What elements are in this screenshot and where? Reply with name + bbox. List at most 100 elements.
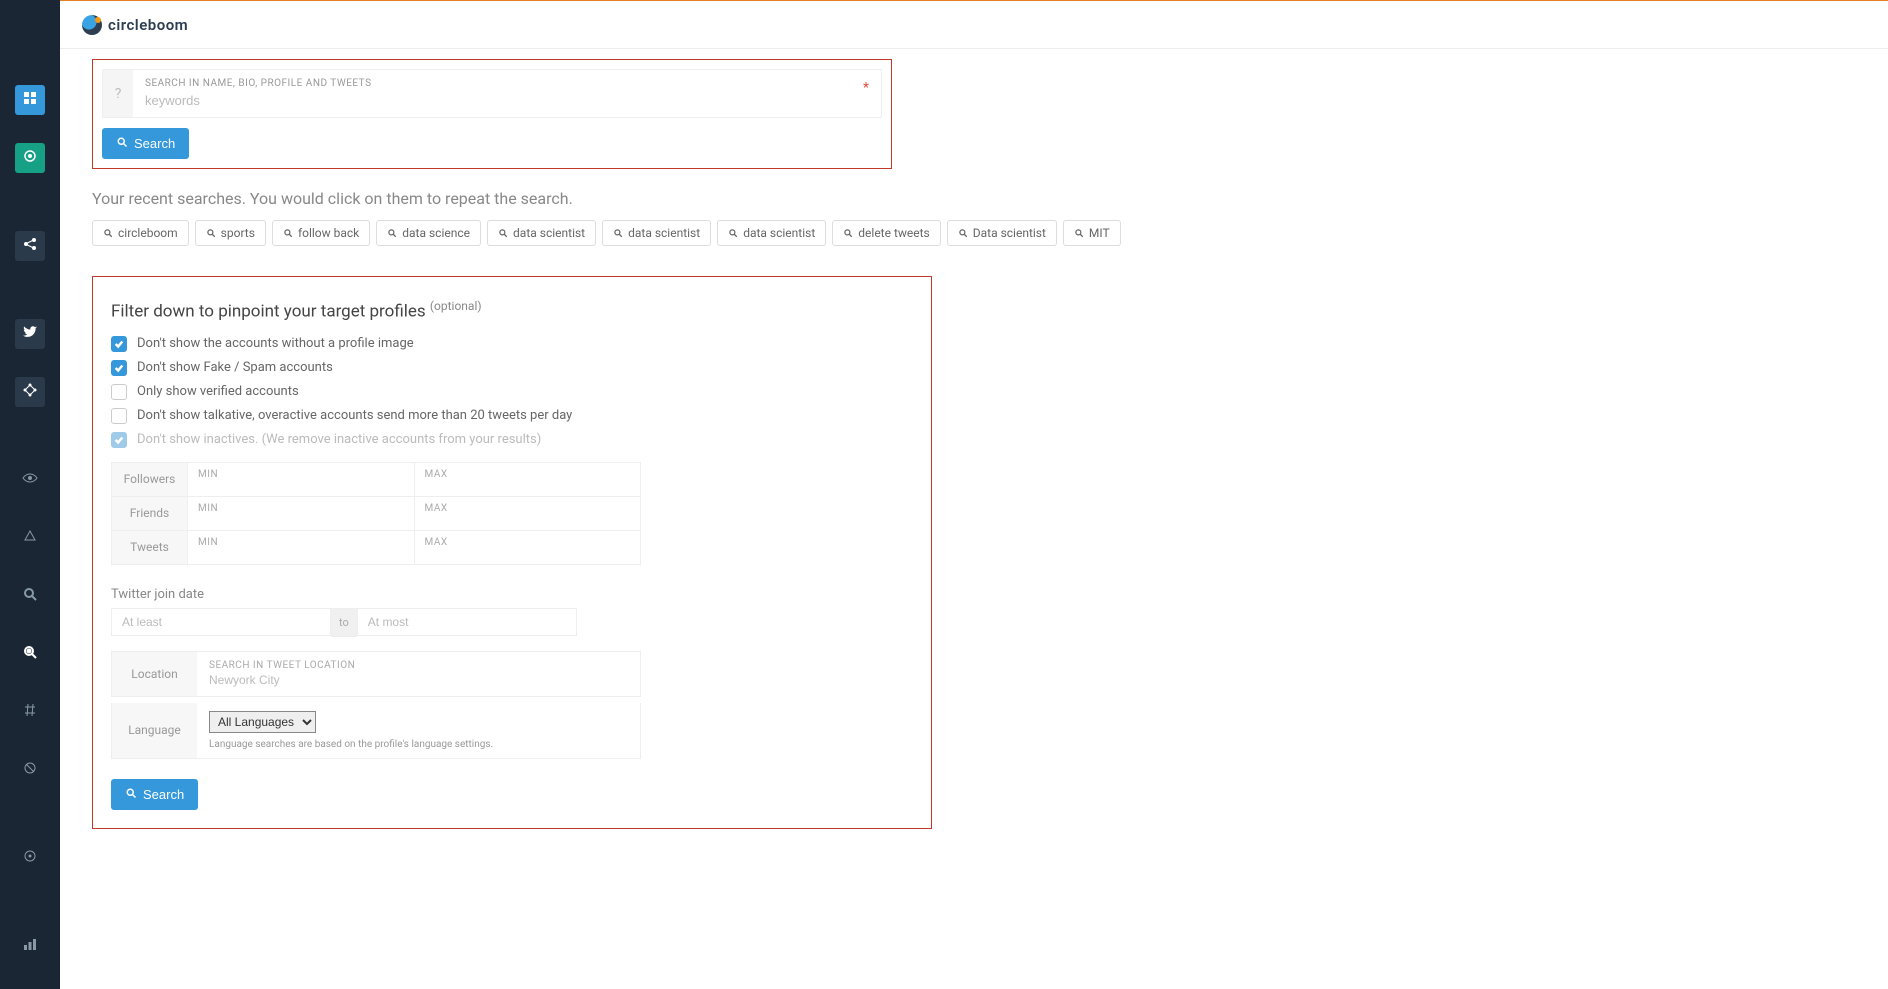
block-icon (22, 760, 38, 780)
range-row: FollowersMINMAX (112, 463, 640, 497)
join-date-to[interactable] (357, 608, 577, 636)
search-panel: ? SEARCH IN NAME, BIO, PROFILE AND TWEET… (92, 59, 892, 169)
recent-search-chip-label: data scientist (513, 226, 585, 240)
recent-searches-title: Your recent searches. You would click on… (92, 189, 1856, 208)
recent-search-chip[interactable]: data scientist (717, 220, 826, 246)
location-row: Location SEARCH IN TWEET LOCATION (111, 651, 641, 697)
range-min-cell[interactable]: MIN (187, 531, 414, 564)
recent-search-chip[interactable]: data scientist (487, 220, 596, 246)
recent-search-chip-label: data scientist (628, 226, 700, 240)
checkbox[interactable] (111, 408, 127, 424)
recent-search-chip[interactable]: follow back (272, 220, 370, 246)
language-select[interactable]: All Languages (209, 711, 316, 733)
search-help[interactable]: ? (103, 70, 133, 117)
filter-checkbox-row: Don't show talkative, overactive account… (111, 408, 913, 424)
search-label: SEARCH IN NAME, BIO, PROFILE AND TWEETS (145, 78, 869, 89)
location-input[interactable] (209, 673, 628, 687)
range-table: FollowersMINMAXFriendsMINMAXTweetsMINMAX (111, 462, 641, 565)
filter-title: Filter down to pinpoint your target prof… (111, 299, 913, 322)
eye-icon (22, 470, 38, 490)
share-icon (22, 236, 38, 256)
sidebar-target[interactable] (15, 143, 45, 173)
filter-optional: (optional) (430, 299, 482, 313)
recent-search-chip-label: sports (221, 226, 255, 240)
recent-search-chip[interactable]: circleboom (92, 220, 189, 246)
range-row: FriendsMINMAX (112, 497, 640, 531)
recent-search-chip-label: Data scientist (973, 226, 1046, 240)
checkbox-label: Only show verified accounts (137, 384, 299, 399)
checkbox[interactable] (111, 360, 127, 376)
grid-icon (22, 90, 38, 110)
search-icon (125, 787, 137, 802)
sidebar-triangle[interactable] (15, 523, 45, 553)
range-max-cell[interactable]: MAX (414, 497, 641, 530)
search-target-icon (22, 644, 38, 664)
logo[interactable]: circleboom (82, 15, 188, 35)
range-min-cell[interactable]: MIN (187, 497, 414, 530)
filter-checkbox-row: Don't show inactives. (We remove inactiv… (111, 432, 913, 448)
filter-search-button-label: Search (143, 787, 184, 802)
main: circleboom ? SEARCH IN NAME, BIO, PROFIL… (60, 0, 1888, 989)
range-max-cell[interactable]: MAX (414, 531, 641, 564)
network-icon (22, 382, 38, 402)
sidebar-eye[interactable] (15, 465, 45, 495)
recent-search-chip-label: delete tweets (858, 226, 929, 240)
recent-search-chip[interactable]: sports (195, 220, 266, 246)
pointer-icon (22, 848, 38, 868)
sidebar-pointer[interactable] (15, 843, 45, 873)
sidebar-block[interactable] (15, 755, 45, 785)
search-row: ? SEARCH IN NAME, BIO, PROFILE AND TWEET… (102, 69, 882, 118)
range-max-cell[interactable]: MAX (414, 463, 641, 496)
range-label: Friends (112, 497, 187, 530)
recent-search-chip[interactable]: data science (376, 220, 481, 246)
recent-search-chip[interactable]: MIT (1063, 220, 1121, 246)
sidebar-twitter[interactable] (15, 319, 45, 349)
recent-search-chip[interactable]: data scientist (602, 220, 711, 246)
twitter-icon (22, 324, 38, 344)
sidebar-chart[interactable] (15, 931, 45, 961)
join-date-sep: to (331, 608, 357, 637)
target-icon (22, 148, 38, 168)
range-min-cell[interactable]: MIN (187, 463, 414, 496)
sidebar-search[interactable] (15, 581, 45, 611)
checkbox-label: Don't show inactives. (We remove inactiv… (137, 432, 541, 447)
range-label: Followers (112, 463, 187, 496)
chart-icon (22, 936, 38, 956)
recent-search-chip-label: data science (402, 226, 470, 240)
logo-text: circleboom (108, 16, 188, 34)
header: circleboom (60, 1, 1888, 49)
language-row: Language All Languages Language searches… (111, 703, 641, 759)
location-title: Location (112, 652, 197, 696)
join-date-from[interactable] (111, 608, 331, 636)
sidebar-dashboard[interactable] (15, 85, 45, 115)
sidebar-search-target[interactable] (15, 639, 45, 669)
filter-search-button[interactable]: Search (111, 779, 198, 810)
checkbox (111, 432, 127, 448)
range-row: TweetsMINMAX (112, 531, 640, 564)
join-date-label: Twitter join date (111, 587, 913, 602)
search-button-label: Search (134, 136, 175, 151)
recent-search-chip-label: MIT (1089, 226, 1110, 240)
location-label: SEARCH IN TWEET LOCATION (209, 660, 628, 671)
sidebar-network[interactable] (15, 377, 45, 407)
search-icon (116, 136, 128, 151)
filter-checkbox-row: Don't show the accounts without a profil… (111, 336, 913, 352)
recent-search-chip-label: circleboom (118, 226, 178, 240)
language-title: Language (112, 703, 197, 758)
sidebar-hash[interactable] (15, 697, 45, 727)
recent-search-chip[interactable]: Data scientist (947, 220, 1057, 246)
filter-checkbox-row: Only show verified accounts (111, 384, 913, 400)
search-input[interactable] (145, 93, 869, 108)
checkbox[interactable] (111, 384, 127, 400)
triangle-icon (22, 528, 38, 548)
hash-icon (22, 702, 38, 722)
checkbox[interactable] (111, 336, 127, 352)
language-note: Language searches are based on the profi… (209, 739, 628, 750)
search-button[interactable]: Search (102, 128, 189, 159)
sidebar-share[interactable] (15, 231, 45, 261)
recent-search-chip-label: data scientist (743, 226, 815, 240)
recent-search-chip[interactable]: delete tweets (832, 220, 940, 246)
range-label: Tweets (112, 531, 187, 564)
recent-searches: circleboom sports follow back data science d… (92, 220, 1856, 246)
checkbox-label: Don't show Fake / Spam accounts (137, 360, 333, 375)
